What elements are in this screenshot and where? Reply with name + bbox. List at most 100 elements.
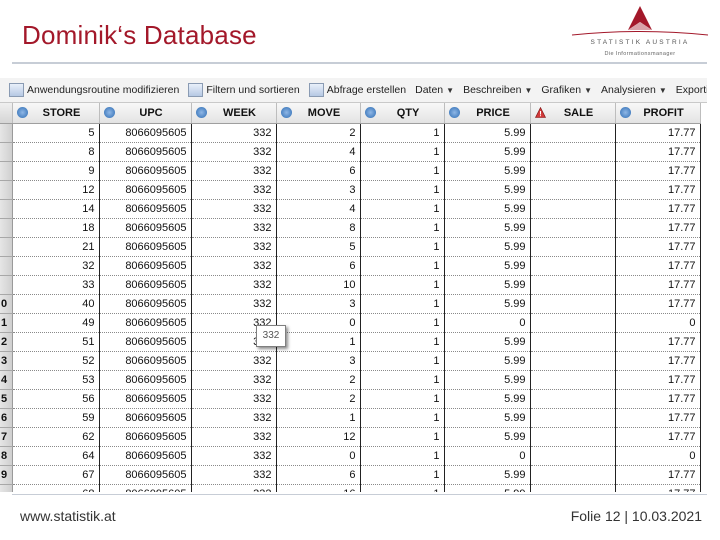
table-cell-price[interactable]: 5.99: [444, 484, 531, 492]
table-cell-upc[interactable]: 8066095605: [99, 180, 192, 200]
table-cell-sale[interactable]: [530, 180, 616, 200]
table-row[interactable]: 12 8066095605 332 3 1 5.99 17.77: [0, 180, 701, 200]
table-cell-profit[interactable]: 17.77: [615, 142, 701, 162]
table-cell-upc[interactable]: 8066095605: [99, 351, 192, 371]
table-cell-upc[interactable]: 8066095605: [99, 465, 192, 485]
table-cell-week[interactable]: 332: [191, 408, 277, 428]
table-row[interactable]: 18 8066095605 332 8 1 5.99 17.77: [0, 218, 701, 238]
table-cell-qty[interactable]: 1: [360, 389, 445, 409]
table-cell-move[interactable]: 3: [276, 294, 361, 314]
table-cell-week[interactable]: 332: [191, 484, 277, 492]
table-cell-move[interactable]: 6: [276, 161, 361, 181]
row-number[interactable]: [0, 199, 13, 219]
table-cell-upc[interactable]: 8066095605: [99, 313, 192, 333]
table-cell-qty[interactable]: 1: [360, 446, 445, 466]
table-cell-profit[interactable]: 17.77: [615, 484, 701, 492]
table-row[interactable]: 6880660956053321615.99 17.77: [0, 484, 701, 492]
table-cell-move[interactable]: 6: [276, 465, 361, 485]
table-cell-move[interactable]: 1: [276, 408, 361, 428]
table-cell-price[interactable]: 5.99: [444, 294, 531, 314]
table-cell-sale[interactable]: [530, 446, 616, 466]
table-cell-qty[interactable]: 1: [360, 408, 445, 428]
column-header-store[interactable]: STORE: [12, 103, 100, 124]
column-header-move[interactable]: MOVE: [276, 103, 361, 124]
table-cell-qty[interactable]: 1: [360, 275, 445, 295]
table-cell-store[interactable]: 21: [12, 237, 100, 257]
table-cell-sale[interactable]: [530, 351, 616, 371]
table-cell-qty[interactable]: 1: [360, 351, 445, 371]
table-cell-qty[interactable]: 1: [360, 142, 445, 162]
row-number[interactable]: 2: [0, 332, 13, 352]
table-cell-profit[interactable]: 17.77: [615, 389, 701, 409]
row-number[interactable]: [0, 237, 13, 257]
table-cell-sale[interactable]: [530, 237, 616, 257]
table-cell-qty[interactable]: 1: [360, 161, 445, 181]
table-cell-price[interactable]: 5.99: [444, 256, 531, 276]
table-cell-sale[interactable]: [530, 275, 616, 295]
table-cell-move[interactable]: 3: [276, 351, 361, 371]
row-number[interactable]: [0, 180, 13, 200]
column-header-profit[interactable]: PROFIT: [615, 103, 701, 124]
table-cell-profit[interactable]: 17.77: [615, 465, 701, 485]
table-cell-move[interactable]: 0: [276, 446, 361, 466]
table-cell-qty[interactable]: 1: [360, 123, 445, 143]
table-cell-price[interactable]: 0: [444, 446, 531, 466]
table-cell-week[interactable]: 332: [191, 199, 277, 219]
table-cell-price[interactable]: 5.99: [444, 275, 531, 295]
row-number[interactable]: [0, 218, 13, 238]
row-number[interactable]: [0, 275, 13, 295]
table-cell-price[interactable]: 5.99: [444, 142, 531, 162]
toolbar-item[interactable]: Grafiken ▼: [541, 84, 592, 96]
table-cell-qty[interactable]: 1: [360, 180, 445, 200]
table-row[interactable]: 21 8066095605 332 5 1 5.99 17.77: [0, 237, 701, 257]
toolbar-item[interactable]: Filtern und sortieren: [188, 83, 300, 97]
table-cell-sale[interactable]: [530, 465, 616, 485]
table-cell-qty[interactable]: 1: [360, 465, 445, 485]
table-cell-move[interactable]: 10: [276, 275, 361, 295]
table-cell-upc[interactable]: 8066095605: [99, 275, 192, 295]
table-cell-store[interactable]: 32: [12, 256, 100, 276]
table-cell-profit[interactable]: 17.77: [615, 351, 701, 371]
table-cell-qty[interactable]: 1: [360, 370, 445, 390]
table-cell-profit[interactable]: 17.77: [615, 427, 701, 447]
table-cell-profit[interactable]: 17.77: [615, 370, 701, 390]
toolbar-item[interactable]: Analysieren ▼: [601, 84, 667, 96]
table-cell-store[interactable]: 68: [12, 484, 100, 492]
table-cell-store[interactable]: 18: [12, 218, 100, 238]
table-cell-move[interactable]: 6: [276, 256, 361, 276]
table-cell-upc[interactable]: 8066095605: [99, 237, 192, 257]
table-cell-sale[interactable]: [530, 218, 616, 238]
table-cell-week[interactable]: 332: [191, 389, 277, 409]
table-cell-qty[interactable]: 1: [360, 332, 445, 352]
row-number[interactable]: [0, 484, 13, 492]
table-cell-upc[interactable]: 8066095605: [99, 218, 192, 238]
table-cell-week[interactable]: 332: [191, 218, 277, 238]
table-cell-profit[interactable]: 17.77: [615, 256, 701, 276]
table-cell-qty[interactable]: 1: [360, 218, 445, 238]
table-cell-move[interactable]: 1: [276, 332, 361, 352]
table-cell-sale[interactable]: [530, 427, 616, 447]
table-cell-qty[interactable]: 1: [360, 256, 445, 276]
toolbar-item[interactable]: Daten ▼: [415, 84, 454, 96]
table-cell-store[interactable]: 40: [12, 294, 100, 314]
table-cell-profit[interactable]: 17.77: [615, 180, 701, 200]
table-cell-sale[interactable]: [530, 161, 616, 181]
table-cell-qty[interactable]: 1: [360, 237, 445, 257]
table-cell-upc[interactable]: 8066095605: [99, 294, 192, 314]
table-cell-price[interactable]: 5.99: [444, 332, 531, 352]
table-cell-store[interactable]: 62: [12, 427, 100, 447]
table-cell-price[interactable]: 5.99: [444, 427, 531, 447]
toolbar-item[interactable]: Anwendungsroutine modifizieren: [9, 83, 179, 97]
table-cell-sale[interactable]: [530, 294, 616, 314]
table-cell-week[interactable]: 332: [191, 142, 277, 162]
column-header-qty[interactable]: QTY: [360, 103, 445, 124]
table-row[interactable]: 9 8066095605 332 6 1 5.99 17.77: [0, 161, 701, 181]
table-cell-sale[interactable]: [530, 123, 616, 143]
table-cell-profit[interactable]: 17.77: [615, 294, 701, 314]
table-cell-price[interactable]: 5.99: [444, 408, 531, 428]
row-number[interactable]: [0, 123, 13, 143]
table-cell-sale[interactable]: [530, 484, 616, 492]
table-cell-move[interactable]: 3: [276, 180, 361, 200]
table-cell-upc[interactable]: 8066095605: [99, 142, 192, 162]
row-number[interactable]: 8: [0, 446, 13, 466]
